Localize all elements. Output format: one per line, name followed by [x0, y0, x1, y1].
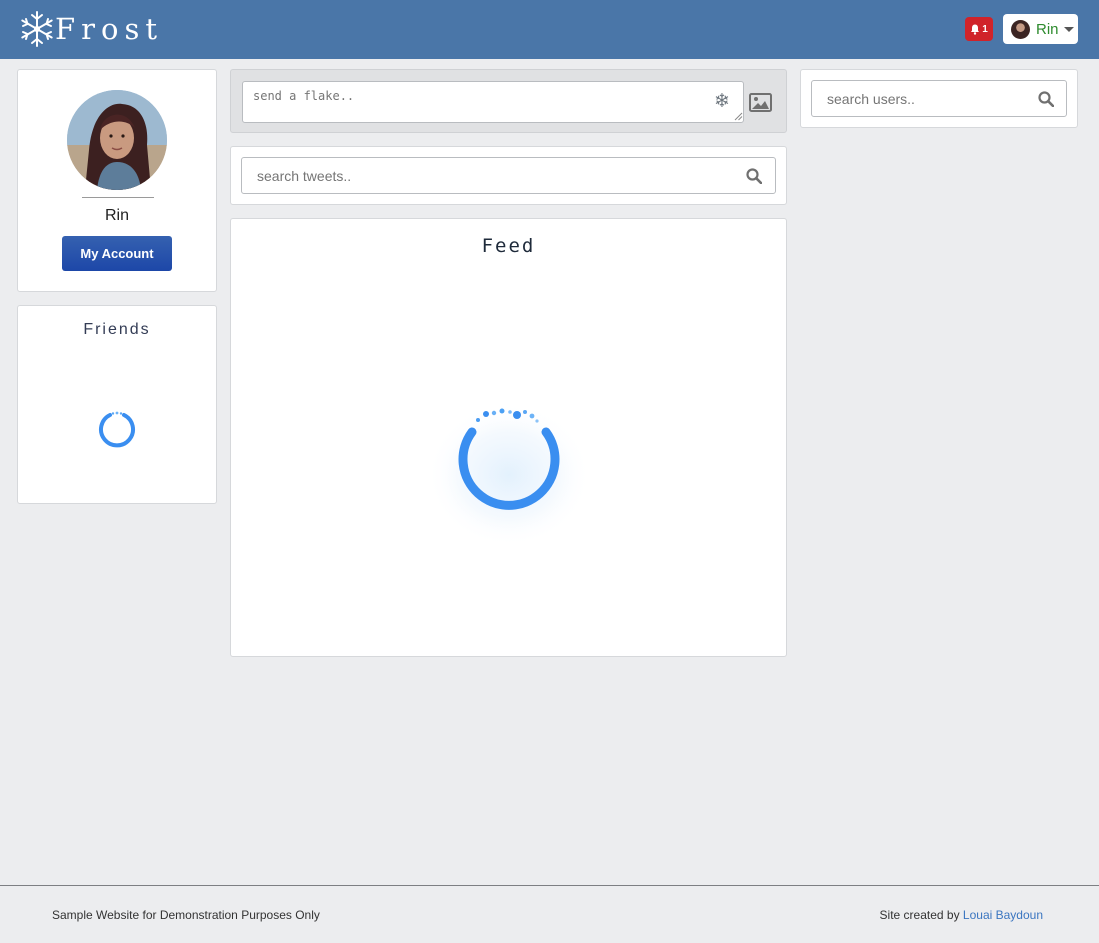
friends-card: Friends: [17, 305, 217, 504]
footer-disclaimer: Sample Website for Demonstration Purpose…: [52, 908, 320, 922]
flake-input[interactable]: [242, 81, 744, 123]
profile-divider: [82, 197, 154, 198]
avatar: [1011, 19, 1030, 39]
brand-logo[interactable]: Frost: [17, 8, 163, 50]
user-search-input[interactable]: [811, 80, 1067, 117]
loading-spinner: [427, 400, 591, 544]
notifications-button[interactable]: 1: [965, 17, 993, 41]
brand-name: Frost: [55, 12, 163, 46]
feed-card: Feed: [230, 218, 787, 657]
footer: Sample Website for Demonstration Purpose…: [0, 885, 1099, 943]
my-account-button[interactable]: My Account: [62, 236, 172, 271]
loading-spinner: [99, 411, 135, 448]
resize-handle-icon[interactable]: [734, 112, 743, 121]
feed-title: Feed: [481, 235, 536, 257]
footer-credit: Site created by Louai Baydoun: [880, 908, 1043, 922]
user-search-card: [800, 69, 1078, 128]
profile-name: Rin: [104, 207, 129, 224]
tweet-search-card: [230, 146, 787, 205]
navbar: Frost 1 Rin: [0, 0, 1099, 59]
tweet-search-input[interactable]: [241, 157, 776, 194]
author-link[interactable]: Louai Baydoun: [963, 908, 1043, 922]
snowflake-icon[interactable]: ❄: [714, 92, 730, 112]
image-icon[interactable]: [749, 93, 772, 112]
search-icon[interactable]: [1038, 91, 1054, 107]
profile-avatar: [67, 90, 167, 190]
footer-credit-prefix: Site created by: [879, 908, 960, 922]
chevron-down-icon: [1063, 26, 1074, 32]
user-menu-name: Rin: [1036, 20, 1059, 38]
notification-count: 1: [982, 23, 988, 35]
bell-icon: [971, 24, 980, 35]
snowflake-logo-icon: [21, 11, 53, 47]
profile-card: Rin My Account: [17, 69, 217, 292]
flake-composer: ❄: [230, 69, 787, 133]
search-icon[interactable]: [746, 168, 762, 184]
user-menu-button[interactable]: Rin: [1003, 14, 1078, 44]
friends-title: Friends: [83, 321, 151, 338]
